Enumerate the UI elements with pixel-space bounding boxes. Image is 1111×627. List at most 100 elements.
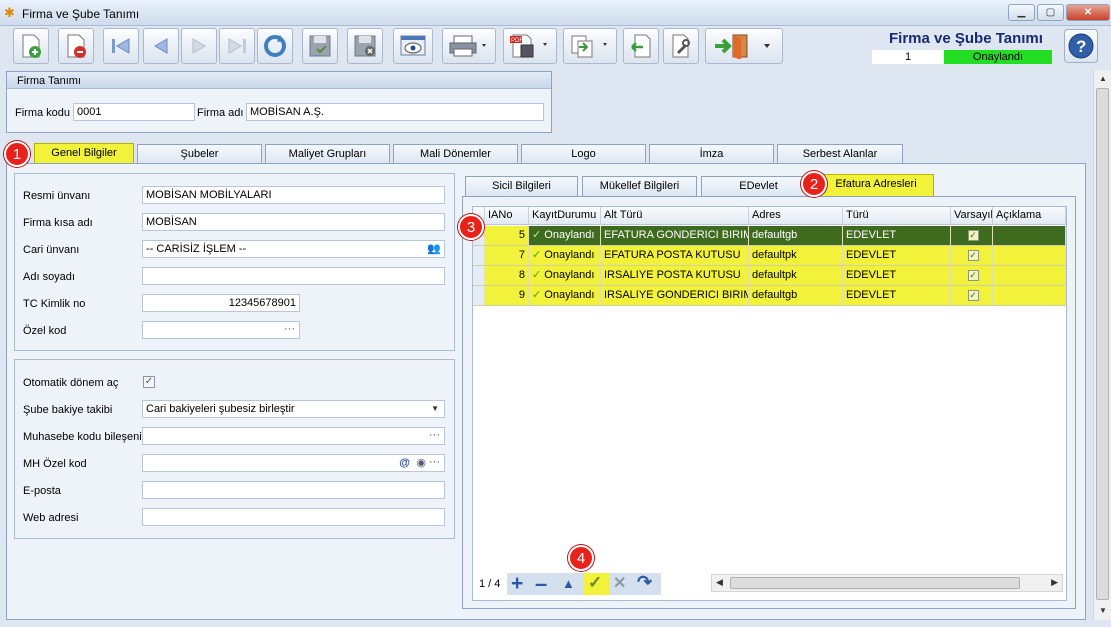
cell-aciklama[interactable]	[993, 226, 1066, 245]
sube-bakiye-select[interactable]: Cari bakiyeleri şubesiz birleştir ▼	[142, 400, 445, 418]
cell-alt[interactable]: EFATURA GONDERICI BIRIM	[601, 226, 749, 245]
cell-alt[interactable]: IRSALIYE GONDERICI BIRIM	[601, 286, 749, 305]
cell-no[interactable]: 8	[485, 266, 529, 285]
cell-aciklama[interactable]	[993, 266, 1066, 285]
default-checkbox[interactable]: ✓	[967, 250, 979, 261]
horizontal-scroll-thumb[interactable]	[730, 577, 1020, 589]
ellipsis-icon[interactable]: ···	[429, 428, 440, 443]
vertical-scrollbar[interactable]: ▲ ▼	[1093, 70, 1111, 620]
preview-button[interactable]	[393, 28, 433, 64]
muhasebe-kodu-input[interactable]: ···	[142, 427, 445, 445]
col-turu-header[interactable]: Türü	[843, 207, 951, 225]
first-record-button[interactable]	[103, 28, 139, 64]
table-row[interactable]: 7 ✓ Onaylandı EFATURA POSTA KUTUSU defaultp…	[473, 246, 1066, 266]
save-button[interactable]	[302, 28, 338, 64]
tab-mukellef-bilgileri[interactable]: Mükellef Bilgileri	[582, 176, 697, 196]
row-indicator[interactable]	[473, 246, 485, 265]
firma-kod-input[interactable]: 0001	[73, 103, 195, 121]
people-lookup-icon[interactable]: 👥	[427, 241, 441, 257]
next-record-button[interactable]	[181, 28, 217, 64]
cell-aciklama[interactable]	[993, 286, 1066, 305]
table-row[interactable]: 8 ✓ Onaylandı IRSALIYE POSTA KUTUSU default…	[473, 266, 1066, 286]
cell-no[interactable]: 9	[485, 286, 529, 305]
previous-record-button[interactable]	[143, 28, 179, 64]
scroll-right-icon[interactable]: ▶	[1051, 577, 1058, 588]
tc-kimlik-input[interactable]: 12345678901	[142, 294, 300, 312]
col-aciklama-header[interactable]: Açıklama	[993, 207, 1066, 225]
ellipsis-icon[interactable]: ···	[284, 322, 295, 337]
col-adres-header[interactable]: Adres	[749, 207, 843, 225]
exit-button[interactable]	[705, 28, 783, 64]
cell-turu[interactable]: EDEVLET	[843, 266, 951, 285]
eposta-input[interactable]	[142, 481, 445, 499]
row-indicator[interactable]	[473, 286, 485, 305]
col-varsayil-header[interactable]: Varsayıl	[951, 207, 993, 225]
tab-subeler[interactable]: Şubeler	[137, 144, 262, 164]
close-button[interactable]: ✕	[1066, 4, 1110, 21]
chevron-down-icon[interactable]: ▼	[431, 401, 439, 417]
tab-efatura-adresleri[interactable]: Efatura Adresleri	[818, 174, 934, 196]
default-checkbox[interactable]: ✓	[967, 230, 979, 241]
import-button[interactable]	[623, 28, 659, 64]
cell-durum[interactable]: ✓ Onaylandı	[529, 226, 601, 245]
at-sign-icon[interactable]: @	[399, 455, 410, 471]
cell-turu[interactable]: EDEVLET	[843, 226, 951, 245]
cell-no[interactable]: 7	[485, 246, 529, 265]
cell-varsayilan[interactable]: ✓	[951, 226, 993, 245]
move-up-icon[interactable]: ▲	[562, 576, 575, 591]
tab-mali-donemler[interactable]: Mali Dönemler	[393, 144, 518, 164]
col-kayitdurumu-header[interactable]: KayıtDurumu	[529, 207, 601, 225]
cell-adres[interactable]: defaultpk	[749, 266, 843, 285]
cell-alt[interactable]: IRSALIYE POSTA KUTUSU	[601, 266, 749, 285]
col-ianno-header[interactable]: IANo	[485, 207, 529, 225]
scroll-up-icon[interactable]: ▲	[1099, 74, 1107, 83]
scroll-down-icon[interactable]: ▼	[1099, 606, 1107, 615]
new-record-button[interactable]	[13, 28, 49, 64]
refresh-redo-icon[interactable]: ↷	[637, 572, 652, 593]
tab-imza[interactable]: İmza	[649, 144, 774, 164]
last-record-button[interactable]	[219, 28, 255, 64]
table-row[interactable]: 5 ✓ Onaylandı EFATURA GONDERICI BIRIM defau…	[473, 226, 1066, 246]
remove-minus-icon[interactable]: –	[535, 571, 547, 597]
default-checkbox[interactable]: ✓	[967, 290, 979, 301]
cell-durum[interactable]: ✓ Onaylandı	[529, 266, 601, 285]
cell-durum[interactable]: ✓ Onaylandı	[529, 246, 601, 265]
ozel-kod-input[interactable]: ···	[142, 321, 300, 339]
otomatik-donem-checkbox[interactable]: ✓	[143, 376, 155, 388]
tab-logo[interactable]: Logo	[521, 144, 646, 164]
export-pdf-button[interactable]: PDF	[503, 28, 557, 64]
cell-varsayilan[interactable]: ✓	[951, 266, 993, 285]
tab-genel-bilgiler[interactable]: Genel Bilgiler	[34, 143, 134, 163]
tab-serbest-alanlar[interactable]: Serbest Alanlar	[777, 144, 903, 164]
help-button[interactable]: ?	[1064, 29, 1098, 63]
row-indicator[interactable]	[473, 266, 485, 285]
cell-alt[interactable]: EFATURA POSTA KUTUSU	[601, 246, 749, 265]
tab-sicil-bilgileri[interactable]: Sicil Bilgileri	[465, 176, 578, 196]
view-icon[interactable]: ◉	[416, 455, 426, 471]
cell-varsayilan[interactable]: ✓	[951, 246, 993, 265]
default-checkbox[interactable]: ✓	[967, 270, 979, 281]
add-plus-icon[interactable]: +	[511, 572, 523, 596]
col-alt-turu-header[interactable]: Alt Türü	[601, 207, 749, 225]
print-button[interactable]	[442, 28, 496, 64]
web-adresi-input[interactable]	[142, 508, 445, 526]
cell-aciklama[interactable]	[993, 246, 1066, 265]
tab-maliyet-gruplari[interactable]: Maliyet Grupları	[265, 144, 390, 164]
cell-turu[interactable]: EDEVLET	[843, 286, 951, 305]
cari-unvan-input[interactable]: -- CARİSİZ İŞLEM -- 👥	[142, 240, 445, 258]
export-button[interactable]	[563, 28, 617, 64]
resmi-unvan-input[interactable]: MOBİSAN MOBİLYALARI	[142, 186, 445, 204]
cell-turu[interactable]: EDEVLET	[843, 246, 951, 265]
minimize-button[interactable]: ▁	[1008, 4, 1035, 21]
horizontal-scrollbar[interactable]: ◀ ▶	[711, 574, 1063, 592]
cancel-save-button[interactable]	[347, 28, 383, 64]
delete-record-button[interactable]	[58, 28, 94, 64]
kisa-ad-input[interactable]: MOBİSAN	[142, 213, 445, 231]
refresh-button[interactable]	[257, 28, 293, 64]
cell-adres[interactable]: defaultgb	[749, 226, 843, 245]
post-confirm-button[interactable]: ✓	[583, 573, 609, 595]
tab-edevlet[interactable]: EDevlet	[701, 176, 816, 196]
maximize-button[interactable]: ▢	[1037, 4, 1064, 21]
vertical-scroll-thumb[interactable]	[1096, 88, 1109, 600]
tools-button[interactable]	[663, 28, 699, 64]
